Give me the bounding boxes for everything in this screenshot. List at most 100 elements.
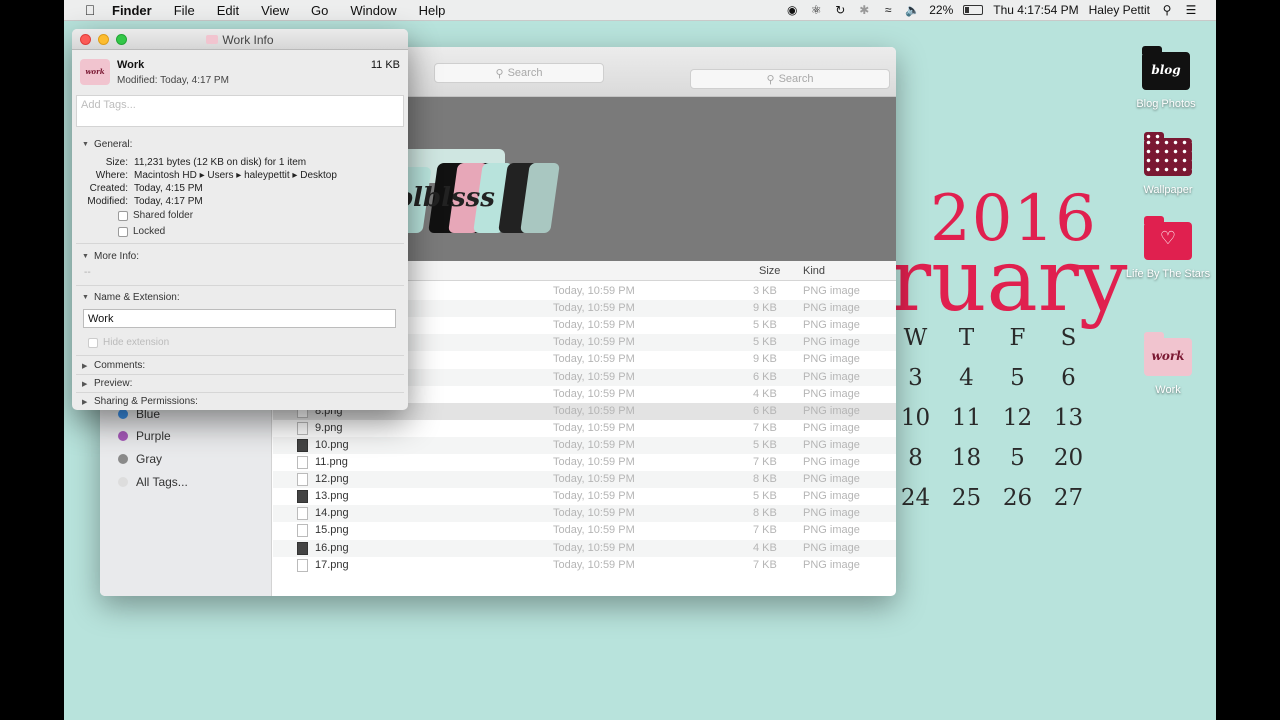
table-row[interactable]: 10.png Today, 10:59 PM 5 KB PNG image xyxy=(273,436,896,454)
sidebar-all-tags[interactable]: All Tags... xyxy=(118,475,188,489)
disclosure-open-icon: ▼ xyxy=(82,253,89,260)
calendar-week: 24 25 26 27 xyxy=(890,478,1094,518)
table-row[interactable]: 11.png Today, 10:59 PM 7 KB PNG image xyxy=(273,454,896,471)
spotlight-icon[interactable]: ⚲ xyxy=(1160,3,1174,17)
bluetooth-icon[interactable]: ✱ xyxy=(857,3,871,17)
info-item-name: Work xyxy=(117,59,145,71)
folder-icon xyxy=(206,35,219,44)
desktop-folder-work[interactable]: work Work xyxy=(1124,330,1212,397)
file-kind: PNG image xyxy=(803,558,860,571)
name-field[interactable] xyxy=(83,309,396,328)
section-preview-label: Preview: xyxy=(94,378,133,389)
png-file-icon xyxy=(297,524,308,538)
png-file-icon xyxy=(297,438,308,452)
section-name-extension[interactable]: ▼ Name & Extension: xyxy=(82,292,180,303)
calendar-day: 20 xyxy=(1053,445,1084,471)
menu-clock[interactable]: Thu 4:17:54 PM xyxy=(993,3,1078,17)
general-key: Size: xyxy=(105,157,128,168)
general-where-row: Where: Macintosh HD ▸ Users ▸ haleypetti… xyxy=(72,170,402,182)
table-row[interactable]: 15.png Today, 10:59 PM 7 KB PNG image xyxy=(273,522,896,539)
png-file-icon xyxy=(297,421,308,435)
table-row[interactable]: 14.png Today, 10:59 PM 8 KB PNG image xyxy=(273,505,896,523)
file-date-modified: Today, 10:59 PM xyxy=(553,353,635,366)
desktop-folder-life-by-the-stars[interactable]: ♡ Life By The Stars xyxy=(1124,214,1212,281)
wifi-icon[interactable]: ≈ xyxy=(881,3,895,17)
add-tags-field[interactable]: Add Tags... xyxy=(76,95,404,127)
calendar-day: 27 xyxy=(1053,485,1084,511)
calendar-day: 10 xyxy=(900,405,931,431)
finder-search-input[interactable]: ⚲ Search xyxy=(434,63,604,83)
menu-view[interactable]: View xyxy=(261,3,289,18)
volume-icon[interactable]: 🔈 xyxy=(905,3,920,17)
section-preview[interactable]: ▶ Preview: xyxy=(82,378,132,389)
file-date-modified: Today, 10:59 PM xyxy=(553,558,635,571)
desktop-folder-wallpaper[interactable]: Wallpaper xyxy=(1124,130,1212,197)
file-kind: PNG image xyxy=(803,541,860,554)
file-size: 3 KB xyxy=(753,285,777,297)
locked-checkbox[interactable]: Locked xyxy=(118,226,165,237)
column-size[interactable]: Size xyxy=(759,265,780,277)
info-header: work Work Modified: Today, 4:17 PM 11 KB… xyxy=(72,51,408,108)
file-kind: PNG image xyxy=(803,490,860,503)
png-file-icon xyxy=(297,456,308,469)
section-comments-label: Comments: xyxy=(94,360,146,371)
record-icon[interactable]: ◉ xyxy=(785,3,799,17)
folder-icon-text: blog xyxy=(1151,63,1181,77)
menu-user[interactable]: Haley Pettit xyxy=(1089,3,1150,17)
menu-app-finder[interactable]: Finder xyxy=(112,3,152,18)
table-row[interactable]: 9.png Today, 10:59 PM 7 KB PNG image xyxy=(273,420,896,437)
apple-menu-icon[interactable]:  xyxy=(82,2,98,18)
menu-file[interactable]: File xyxy=(174,3,195,18)
desktop-folder-label: Wallpaper xyxy=(1143,184,1193,196)
calendar-day: 5 xyxy=(1010,445,1025,471)
file-size: 6 KB xyxy=(753,404,777,417)
desktop-folder-blog-photos[interactable]: blog Blog Photos xyxy=(1122,44,1210,111)
menu-window[interactable]: Window xyxy=(350,3,396,18)
usb-icon[interactable]: ⚛ xyxy=(809,3,823,17)
section-comments[interactable]: ▶ Comments: xyxy=(82,360,145,371)
table-row[interactable]: 12.png Today, 10:59 PM 8 KB PNG image xyxy=(273,471,896,489)
menu-edit[interactable]: Edit xyxy=(217,3,239,18)
table-row[interactable]: 17.png Today, 10:59 PM 7 KB PNG image xyxy=(273,557,896,574)
section-sharing-permissions[interactable]: ▶ Sharing & Permissions: xyxy=(82,396,198,407)
table-row[interactable]: 16.png Today, 10:59 PM 4 KB PNG image xyxy=(273,539,896,557)
desktop-folder-label: Work xyxy=(1155,384,1181,396)
sidebar-tag-gray[interactable]: Gray xyxy=(118,452,162,466)
general-value: Macintosh HD ▸ Users ▸ haleypettit ▸ Des… xyxy=(134,170,337,181)
folder-icon xyxy=(1140,130,1196,180)
checkbox-label: Locked xyxy=(133,226,166,237)
desktop:  Finder File Edit View Go Window Help ◉… xyxy=(64,0,1216,720)
time-machine-icon[interactable]: ↻ xyxy=(833,3,847,17)
menu-go[interactable]: Go xyxy=(311,3,328,18)
finder-search-input-2[interactable]: ⚲ Search xyxy=(690,69,890,89)
menu-help[interactable]: Help xyxy=(419,3,446,18)
disclosure-closed-icon: ▶ xyxy=(82,362,88,370)
table-row[interactable]: 13.png Today, 10:59 PM 5 KB PNG image xyxy=(273,488,896,505)
file-date-modified: Today, 10:59 PM xyxy=(553,302,635,315)
search-icon: ⚲ xyxy=(766,73,775,86)
notification-center-icon[interactable]: ☰ xyxy=(1184,3,1198,17)
search-placeholder: Search xyxy=(778,73,814,85)
section-general[interactable]: ▼ General: xyxy=(82,139,132,150)
file-size: 9 KB xyxy=(753,302,777,315)
file-date-modified: Today, 10:59 PM xyxy=(553,490,635,503)
sidebar-tag-purple[interactable]: Purple xyxy=(118,429,171,443)
file-kind: PNG image xyxy=(803,473,860,486)
disclosure-open-icon: ▼ xyxy=(82,141,89,148)
calendar-day-header: W xyxy=(903,325,928,351)
file-size: 5 KB xyxy=(753,438,777,451)
file-size: 6 KB xyxy=(753,370,777,383)
general-value: Today, 4:17 PM xyxy=(134,196,203,207)
battery-icon[interactable] xyxy=(963,5,984,15)
calendar-day: 11 xyxy=(951,405,982,431)
hide-extension-checkbox[interactable]: Hide extension xyxy=(88,337,169,348)
column-kind[interactable]: Kind xyxy=(803,265,825,277)
file-date-modified: Today, 10:59 PM xyxy=(553,473,635,486)
section-more-info[interactable]: ▼ More Info: xyxy=(82,251,139,262)
file-kind: PNG image xyxy=(803,456,860,468)
calendar-day: 25 xyxy=(951,485,982,511)
battery-percent[interactable]: 22% xyxy=(929,3,953,17)
shared-folder-checkbox[interactable]: Shared folder xyxy=(118,210,193,221)
get-info-window: Work Info work Work Modified: Today, 4:1… xyxy=(72,29,408,410)
disclosure-open-icon: ▼ xyxy=(82,294,89,301)
